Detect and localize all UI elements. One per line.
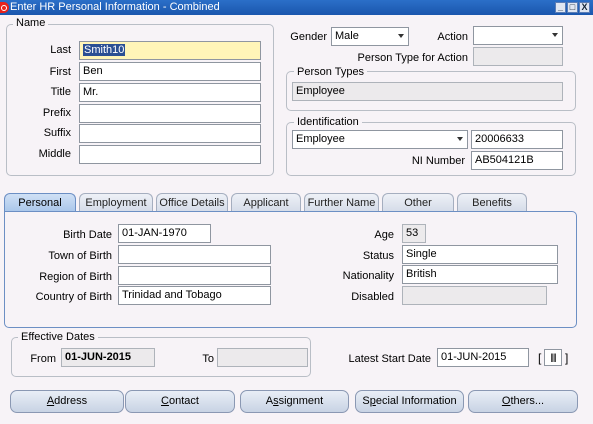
person-type-for-action-label: Person Type for Action: [357, 52, 468, 64]
flexfield-bars-icon: ||||: [550, 352, 556, 362]
gender-value: Male: [335, 30, 359, 42]
age-field[interactable]: 53: [402, 224, 426, 243]
town-of-birth-field[interactable]: [118, 245, 271, 264]
birth-date-label: Birth Date: [63, 229, 112, 241]
flexfield-bracket-open: [: [538, 351, 542, 365]
title-bar: Enter HR Personal Information - Combined…: [0, 0, 593, 15]
status-label: Status: [362, 250, 394, 262]
first-name-field[interactable]: Ben: [79, 62, 261, 81]
tab-further-name[interactable]: Further Name: [304, 193, 379, 212]
flexfield-bracket-close: ]: [565, 351, 569, 365]
chevron-down-icon: [457, 137, 463, 141]
others-label: thers...: [510, 395, 545, 407]
tab-office-details[interactable]: Office Details: [156, 193, 228, 212]
prefix-field[interactable]: [79, 104, 261, 123]
gender-label: Gender: [290, 31, 327, 43]
identification-title: Identification: [294, 116, 362, 128]
contact-accel: C: [161, 395, 169, 407]
address-button[interactable]: Address: [10, 390, 124, 413]
tab-applicant[interactable]: Applicant: [231, 193, 301, 212]
from-date-field[interactable]: 01-JUN-2015: [61, 348, 155, 367]
identification-type-value: Employee: [296, 133, 345, 145]
age-label: Age: [374, 229, 394, 241]
to-date-field[interactable]: [217, 348, 308, 367]
maximize-button[interactable]: □: [567, 2, 578, 13]
identification-type-dropdown[interactable]: Employee: [292, 130, 468, 149]
country-of-birth-label: Country of Birth: [35, 291, 112, 303]
special-information-button[interactable]: Special Information: [355, 390, 464, 413]
title-label: Title: [50, 86, 71, 98]
employee-number-field[interactable]: 20006633: [471, 130, 563, 149]
disabled-field[interactable]: [402, 286, 547, 305]
nationality-label: Nationality: [342, 270, 394, 282]
last-name-label: Last: [50, 44, 71, 56]
special-label-pre: S: [362, 395, 370, 407]
last-name-value: Smith10: [83, 44, 126, 56]
chevron-down-icon: [552, 33, 558, 37]
name-group-title: Name: [13, 17, 49, 29]
tab-personal[interactable]: Personal: [4, 193, 76, 212]
others-button[interactable]: Others...: [468, 390, 578, 413]
effective-dates-title: Effective Dates: [18, 331, 98, 343]
tab-benefits[interactable]: Benefits: [457, 193, 527, 212]
first-name-label: First: [49, 66, 71, 78]
close-button[interactable]: X: [579, 2, 590, 13]
status-field[interactable]: Single: [402, 245, 558, 264]
disabled-label: Disabled: [351, 291, 394, 303]
to-label: To: [202, 353, 214, 365]
from-label: From: [30, 353, 56, 365]
latest-start-date-field[interactable]: 01-JUN-2015: [437, 348, 529, 367]
oracle-app-icon: [0, 2, 9, 13]
ni-number-field[interactable]: AB504121B: [471, 151, 563, 170]
middle-name-label: Middle: [38, 148, 71, 160]
tab-other[interactable]: Other: [382, 193, 454, 212]
action-label: Action: [437, 31, 468, 43]
action-dropdown[interactable]: [473, 26, 563, 45]
middle-name-field[interactable]: [79, 145, 261, 164]
contact-label: ontact: [168, 395, 199, 407]
flexfield-button[interactable]: ||||: [544, 349, 562, 366]
tab-employment[interactable]: Employment: [79, 193, 153, 212]
region-of-birth-label: Region of Birth: [39, 271, 112, 283]
suffix-field[interactable]: [79, 124, 261, 143]
assignment-button[interactable]: Assignment: [240, 390, 349, 413]
last-name-field[interactable]: Smith10: [79, 41, 261, 60]
address-label: ddress: [54, 395, 88, 407]
window-title: Enter HR Personal Information - Combined: [10, 1, 220, 13]
person-type-for-action-field[interactable]: [473, 47, 563, 66]
assignment-label: signment: [278, 395, 324, 407]
birth-date-field[interactable]: 01-JAN-1970: [118, 224, 211, 243]
country-of-birth-field[interactable]: Trinidad and Tobago: [118, 286, 271, 305]
suffix-label: Suffix: [43, 127, 71, 139]
prefix-label: Prefix: [42, 107, 71, 119]
title-field[interactable]: Mr.: [79, 83, 261, 102]
assignment-label-pre: A: [265, 395, 274, 407]
gender-dropdown[interactable]: Male: [331, 27, 409, 46]
person-types-title: Person Types: [294, 66, 368, 78]
town-of-birth-label: Town of Birth: [48, 250, 112, 262]
person-types-field[interactable]: Employee: [292, 82, 563, 101]
region-of-birth-field[interactable]: [118, 266, 271, 285]
contact-button[interactable]: Contact: [125, 390, 235, 413]
chevron-down-icon: [398, 34, 404, 38]
special-label: ecial Information: [375, 395, 457, 407]
minimize-button[interactable]: _: [555, 2, 566, 13]
latest-start-date-label: Latest Start Date: [348, 353, 431, 365]
ni-number-label: NI Number: [411, 155, 465, 167]
nationality-field[interactable]: British: [402, 265, 558, 284]
